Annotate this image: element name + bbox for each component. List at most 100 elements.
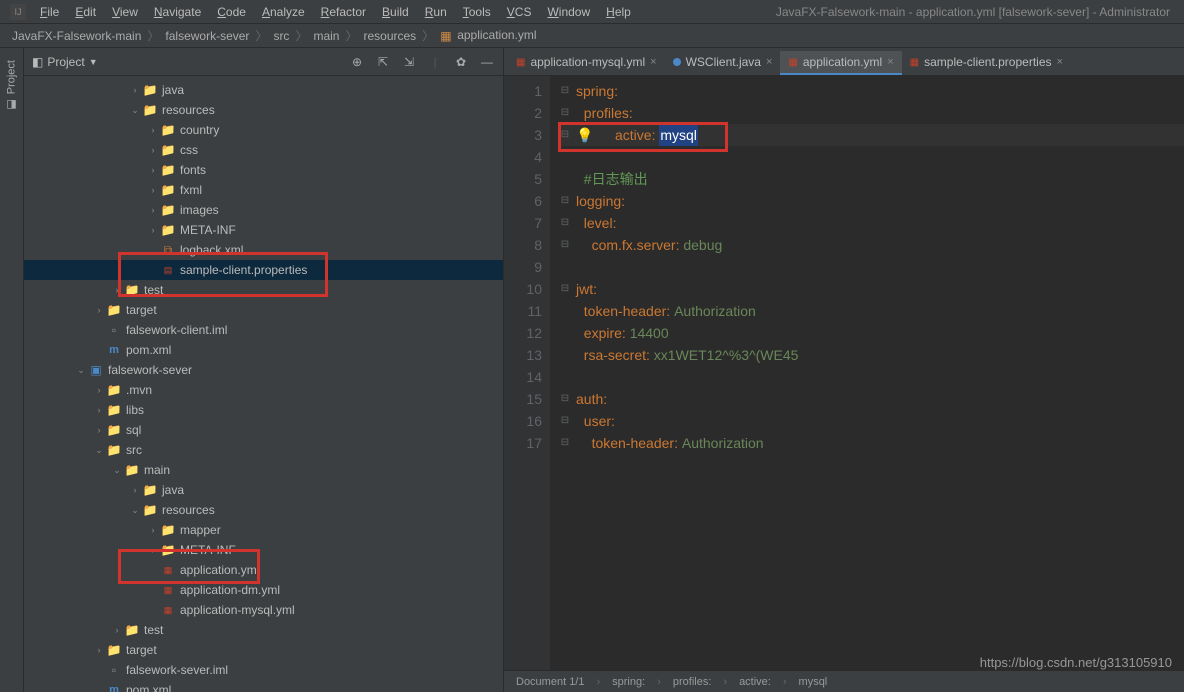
tab-application-mysql-yml[interactable]: ▦ application-mysql.yml × [508,51,665,75]
menu-view[interactable]: View [104,5,146,19]
code-line-17[interactable]: ⊟ token-header: Authorization [560,432,1184,454]
tree-item-country[interactable]: ›📁country [24,120,503,140]
status-path-3[interactable]: mysql [799,676,828,688]
code-line-9[interactable] [560,256,1184,278]
file-icon: ▦ [910,57,919,68]
menu-run[interactable]: Run [417,5,455,19]
menu-file[interactable]: File [32,5,67,19]
collapse-all-icon[interactable]: ⇲ [401,54,417,70]
editor-body[interactable]: 1234567891011121314151617 ⊟spring:⊟ prof… [504,76,1184,692]
code-line-15[interactable]: ⊟auth: [560,388,1184,410]
code-line-2[interactable]: ⊟ profiles: [560,102,1184,124]
java-icon [673,58,681,66]
tree-item-pom-xml[interactable]: mpom.xml [24,680,503,692]
tree-item-logback-xml[interactable]: ⧉logback.xml [24,240,503,260]
hide-icon[interactable]: — [479,54,495,70]
tree-item-src[interactable]: ⌄📁src [24,440,503,460]
menu-code[interactable]: Code [209,5,254,19]
tree-item-java[interactable]: ›📁java [24,80,503,100]
code-line-4[interactable] [560,146,1184,168]
tree-item-libs[interactable]: ›📁libs [24,400,503,420]
tree-item-fxml[interactable]: ›📁fxml [24,180,503,200]
code-line-8[interactable]: ⊟ com.fx.server: debug [560,234,1184,256]
tab-wsclient-java[interactable]: WSClient.java× [665,51,781,75]
menu-navigate[interactable]: Navigate [146,5,209,19]
status-path-0[interactable]: spring: [612,676,645,688]
tree-item-target[interactable]: ›📁target [24,640,503,660]
breadcrumb-5[interactable]: ▦application.yml [436,28,540,43]
tree-item-java[interactable]: ›📁java [24,480,503,500]
editor-tabs: ▦application-mysql.yml×WSClient.java×▦ap… [504,48,1184,76]
tree-item-mapper[interactable]: ›📁mapper [24,520,503,540]
left-sidebar: ◧ Project [0,48,24,692]
breadcrumb-0[interactable]: JavaFX-Falsework-main [8,29,145,43]
menu-analyze[interactable]: Analyze [254,5,313,19]
tree-item-application-dm-yml[interactable]: ▦application-dm.yml [24,580,503,600]
tree-item-resources[interactable]: ⌄📁resources [24,500,503,520]
code-content[interactable]: ⊟spring:⊟ profiles:⊟💡 active: mysql #日志输… [550,76,1184,692]
code-line-16[interactable]: ⊟ user: [560,410,1184,432]
breadcrumb-2[interactable]: src [269,29,293,43]
menu-window[interactable]: Window [539,5,598,19]
tab-close-icon[interactable]: × [766,56,772,68]
menu-refactor[interactable]: Refactor [313,5,374,19]
project-tree[interactable]: ›📁java⌄📁resources›📁country›📁css›📁fonts›📁… [24,76,503,692]
tree-item-target[interactable]: ›📁target [24,300,503,320]
tree-item-meta-inf[interactable]: ›📁META-INF [24,540,503,560]
tree-item-application-mysql-yml[interactable]: ▦application-mysql.yml [24,600,503,620]
code-line-14[interactable] [560,366,1184,388]
tree-item-sample-client-properties[interactable]: ▤sample-client.properties [24,260,503,280]
breadcrumb-3[interactable]: main [309,29,343,43]
tree-item-falsework-client-iml[interactable]: ▫falsework-client.iml [24,320,503,340]
tab-close-icon[interactable]: × [1057,56,1063,68]
tree-item-test[interactable]: ›📁test [24,280,503,300]
settings-icon[interactable]: ✿ [453,54,469,70]
tree-item-falsework-sever-iml[interactable]: ▫falsework-sever.iml [24,660,503,680]
code-line-1[interactable]: ⊟spring: [560,80,1184,102]
tree-item--mvn[interactable]: ›📁.mvn [24,380,503,400]
tree-item-css[interactable]: ›📁css [24,140,503,160]
tree-item-application-yml[interactable]: ▦application.yml [24,560,503,580]
tab-application-yml[interactable]: ▦application.yml× [780,51,901,75]
code-line-5[interactable]: #日志输出 [560,168,1184,190]
tree-item-sql[interactable]: ›📁sql [24,420,503,440]
expand-all-icon[interactable]: ⇱ [375,54,391,70]
file-icon: ▦ [516,57,525,68]
code-line-3[interactable]: ⊟💡 active: mysql [560,124,1184,146]
project-view-selector[interactable]: ◧ Project ▼ [32,55,98,69]
tree-item-test[interactable]: ›📁test [24,620,503,640]
intention-bulb-icon[interactable]: 💡 [576,124,593,146]
project-tool-tab[interactable]: ◧ Project [3,52,20,119]
menu-help[interactable]: Help [598,5,639,19]
menu-tools[interactable]: Tools [455,5,499,19]
menu-vcs[interactable]: VCS [499,5,540,19]
status-doc: Document 1/1 [516,676,584,688]
locate-icon[interactable]: ⊕ [349,54,365,70]
menu-build[interactable]: Build [374,5,417,19]
tab-label: application.yml [803,55,882,69]
tab-close-icon[interactable]: × [650,56,656,68]
tab-sample-client-properties[interactable]: ▦sample-client.properties× [902,51,1071,75]
code-line-12[interactable]: expire: 14400 [560,322,1184,344]
breadcrumb-1[interactable]: falsework-sever [161,29,253,43]
tree-item-fonts[interactable]: ›📁fonts [24,160,503,180]
code-line-10[interactable]: ⊟jwt: [560,278,1184,300]
code-line-13[interactable]: rsa-secret: xx1WET12^%3^(WE45 [560,344,1184,366]
menu-edit[interactable]: Edit [67,5,104,19]
tree-item-images[interactable]: ›📁images [24,200,503,220]
tab-close-icon[interactable]: × [887,56,893,68]
status-bar: Document 1/1 › spring: › profiles: › act… [504,670,1184,692]
tree-item-falsework-sever[interactable]: ⌄▣falsework-sever [24,360,503,380]
breadcrumb-4[interactable]: resources [359,29,420,43]
code-line-11[interactable]: token-header: Authorization [560,300,1184,322]
status-path-1[interactable]: profiles: [673,676,712,688]
tree-item-pom-xml[interactable]: mpom.xml [24,340,503,360]
tab-label: application-mysql.yml [530,55,645,69]
project-tab-label: Project [6,60,18,94]
tree-item-main[interactable]: ⌄📁main [24,460,503,480]
tree-item-resources[interactable]: ⌄📁resources [24,100,503,120]
code-line-6[interactable]: ⊟logging: [560,190,1184,212]
code-line-7[interactable]: ⊟ level: [560,212,1184,234]
tree-item-meta-inf[interactable]: ›📁META-INF [24,220,503,240]
status-path-2[interactable]: active: [739,676,771,688]
